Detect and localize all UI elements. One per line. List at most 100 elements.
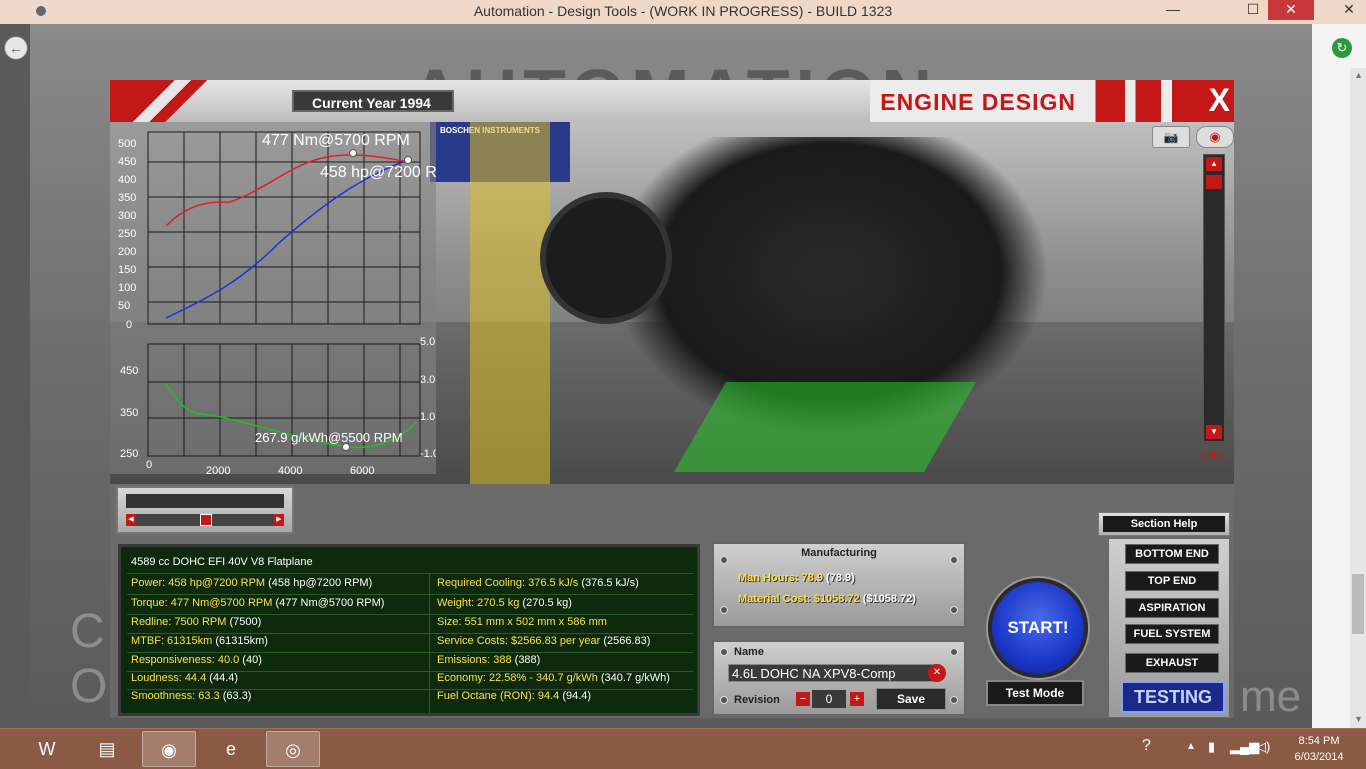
stat-responsiveness: Responsiveness: 40.0 (40)	[131, 654, 262, 666]
help-alert-icon[interactable]: ?	[1142, 737, 1151, 755]
start-button[interactable]: START!	[988, 578, 1088, 678]
automation-game-icon[interactable]: ◎	[266, 731, 320, 767]
slider-display	[126, 494, 284, 508]
page-scrollbar-thumb[interactable]	[1352, 574, 1364, 634]
extension-icon[interactable]: ↻	[1332, 38, 1352, 58]
manufacturing-title: Manufacturing	[801, 547, 877, 559]
power-y-tick: 300	[118, 210, 136, 222]
power-y-tick: 100	[118, 282, 136, 294]
power-y-tick: 0	[126, 319, 132, 331]
taskbar: W ▤ ◉ e ◎ ? ▲ ▮ ▂▄▆ ◁) 8:54 PM 6/03/2014	[0, 728, 1366, 769]
econ-x-tick: 4000	[278, 465, 302, 474]
close-window-button[interactable]: ✕	[1268, 0, 1314, 20]
revision-value: 0	[812, 690, 846, 708]
page-title: ENGINE DESIGN	[880, 89, 1076, 115]
power-peak-label: 458 hp@7200 RPM	[320, 164, 436, 181]
section-nav: BOTTOM END TOP END ASPIRATION FUEL SYSTE…	[1108, 538, 1230, 718]
econ-x-tick: 6000	[350, 465, 374, 474]
bolt-icon	[950, 606, 958, 614]
internet-explorer-icon[interactable]: e	[204, 731, 258, 767]
engine-design-header: Current Year 1994 ENGINE DESIGN X	[110, 80, 1234, 124]
volume-icon[interactable]: ◁)	[1256, 739, 1270, 755]
tray-expand-icon[interactable]: ▲	[1186, 741, 1196, 752]
scroll-up-icon[interactable]: ▲	[1354, 70, 1363, 80]
stat-fuel-octane: Fuel Octane (RON): 94.4 (94.4)	[437, 690, 592, 702]
slider-right-arrow-icon[interactable]: ▶	[274, 514, 284, 526]
divider	[127, 573, 693, 574]
test-mode-button[interactable]: Test Mode	[986, 680, 1084, 706]
section-help[interactable]: Section Help	[1098, 512, 1230, 536]
nav-testing[interactable]: TESTING	[1121, 681, 1225, 713]
power-curve	[165, 159, 409, 319]
nav-exhaust[interactable]: EXHAUST	[1125, 653, 1219, 673]
stat-size: Size: 551 mm x 502 mm x 586 mm	[437, 616, 607, 628]
background-text-right: me	[1240, 672, 1302, 721]
back-arrow-icon[interactable]: ←	[4, 36, 28, 60]
power-graph-grid	[147, 131, 421, 325]
econ-x-tick: 0	[146, 459, 152, 471]
econ-y2-tick: -1.0	[420, 448, 436, 460]
battery-icon[interactable]: ▮	[1208, 739, 1215, 755]
scroll-down-icon[interactable]: ▼	[1354, 714, 1363, 724]
econ-y2-tick: 3.0	[420, 374, 435, 386]
bolt-icon	[720, 556, 728, 564]
engine-stats-panel: 4589 cc DOHC EFI 40V V8 Flatplane Power:…	[118, 544, 700, 716]
zoom-scrollbar[interactable]: ▲ ▼	[1203, 154, 1225, 442]
material-cost: Material Cost: $1058.72 ($1058.72)	[738, 593, 916, 605]
bolt-icon	[720, 606, 728, 614]
econ-min-label: 267.9 g/kWh@5500 RPM	[255, 430, 403, 445]
header-stripe-left	[110, 80, 230, 122]
browser-right-edge: ↻ ▲ ▼	[1312, 24, 1366, 728]
econ-y-tick: 350	[120, 407, 138, 419]
nav-bottom-end[interactable]: BOTTOM END	[1125, 544, 1219, 564]
power-y-tick: 400	[118, 174, 136, 186]
stat-mtbf: MTBF: 61315km (61315km)	[131, 635, 268, 647]
stat-torque: Torque: 477 Nm@5700 RPM (477 Nm@5700 RPM…	[131, 597, 385, 609]
reset-view-icon[interactable]: ‹✕›	[1198, 446, 1228, 468]
nav-top-end[interactable]: TOP END	[1125, 571, 1219, 591]
zoom-thumb[interactable]	[1206, 175, 1222, 189]
nav-aspiration[interactable]: ASPIRATION	[1125, 598, 1219, 618]
engine-intake	[540, 192, 672, 324]
file-explorer-icon[interactable]: ▤	[80, 731, 134, 767]
nav-fuel-system[interactable]: FUEL SYSTEM	[1125, 624, 1219, 644]
slider-knob[interactable]	[200, 514, 212, 526]
zoom-down-icon[interactable]: ▼	[1206, 425, 1222, 439]
close-designer-button[interactable]: X	[1209, 82, 1230, 119]
stat-loudness: Loudness: 44.4 (44.4)	[131, 672, 239, 684]
warcraft-icon[interactable]: W	[20, 731, 74, 767]
firefox-icon[interactable]: ◉	[142, 731, 196, 767]
engine-name-input[interactable]	[728, 664, 936, 682]
maximize-button[interactable]: ☐	[1238, 0, 1268, 20]
name-panel: Name ✕ Revision − 0 + Save	[712, 640, 966, 716]
clear-name-icon[interactable]: ✕	[928, 664, 946, 682]
name-label: Name	[734, 646, 764, 658]
eye-icon[interactable]: ◉	[1196, 126, 1234, 148]
slider-left-arrow-icon[interactable]: ◀	[126, 514, 136, 526]
power-y-tick: 250	[118, 228, 136, 240]
bolt-icon	[720, 696, 728, 704]
torque-peak-marker	[349, 149, 357, 157]
power-y-tick: 500	[118, 138, 136, 150]
browser-close-icon[interactable]: ✕	[1334, 0, 1364, 20]
save-button[interactable]: Save	[876, 688, 946, 710]
bolt-icon	[720, 648, 728, 656]
network-icon[interactable]: ▂▄▆	[1230, 739, 1259, 755]
zoom-up-icon[interactable]: ▲	[1206, 157, 1222, 171]
power-y-tick: 200	[118, 246, 136, 258]
divider	[127, 652, 693, 653]
power-y-tick: 450	[118, 156, 136, 168]
manufacturing-panel: Manufacturing Man Hours: 78.9 (78.9) Mat…	[712, 542, 966, 628]
clock-date: 6/03/2014	[1294, 751, 1344, 763]
stat-emissions: Emissions: 388 (388)	[437, 654, 541, 666]
stat-weight: Weight: 270.5 kg (270.5 kg)	[437, 597, 572, 609]
revision-increment-button[interactable]: +	[850, 692, 864, 706]
yellow-axis-gizmo	[470, 122, 550, 484]
camera-icon[interactable]: 📷	[1152, 126, 1190, 148]
stat-service-costs: Service Costs: $2566.83 per year (2566.8…	[437, 635, 651, 647]
econ-x-tick: 2000	[206, 465, 230, 474]
torque-peak-label: 477 Nm@5700 RPM	[262, 132, 410, 149]
revision-decrement-button[interactable]: −	[796, 692, 810, 706]
clock[interactable]: 8:54 PM 6/03/2014	[1282, 733, 1356, 765]
minimize-button[interactable]: —	[1158, 0, 1188, 20]
